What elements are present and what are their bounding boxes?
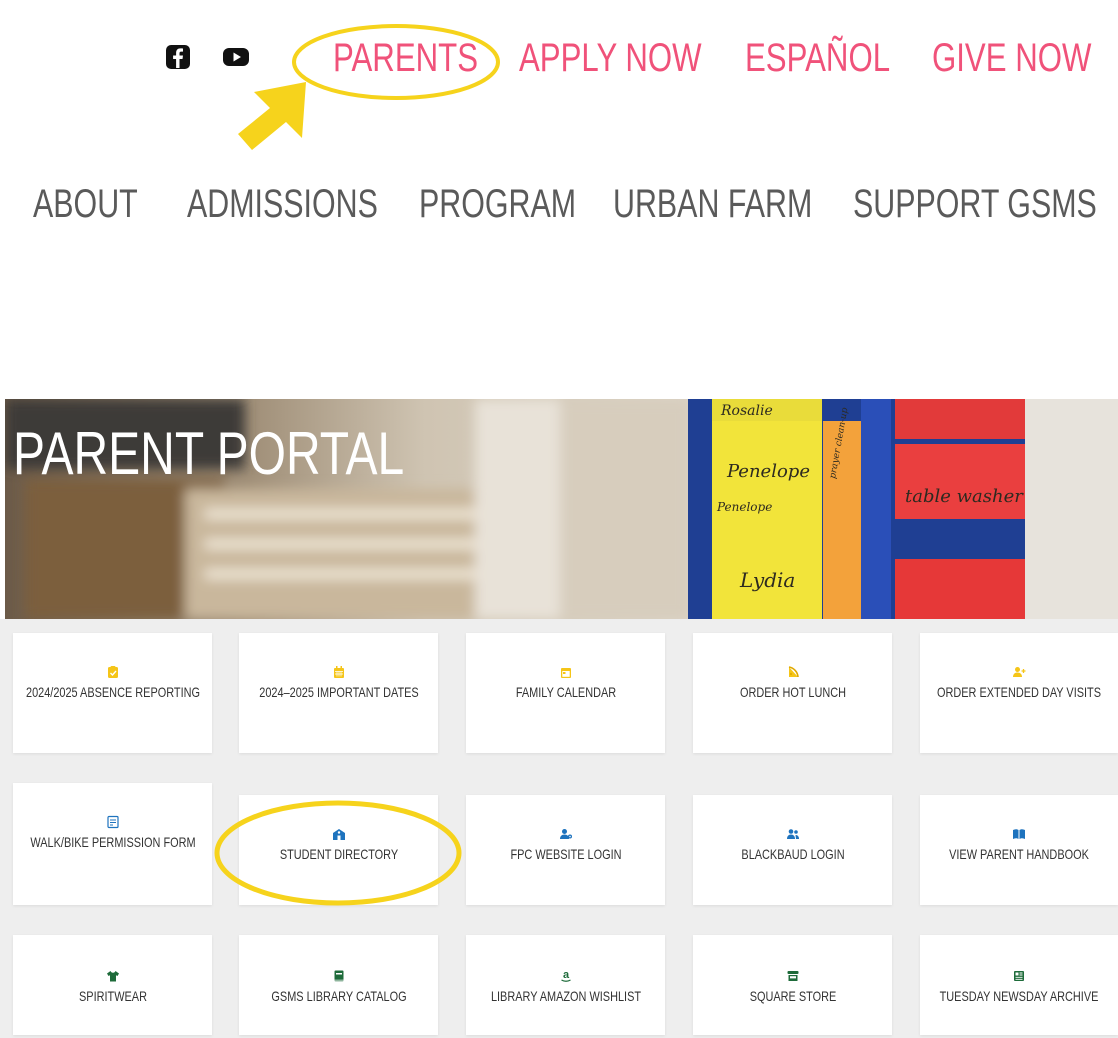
board-name-rosalie: Rosalie [720,403,773,419]
nav-urban-farm[interactable]: URBAN FARM [613,182,812,226]
tile-label: ORDER EXTENDED DAY VISITS [936,684,1102,700]
tile-label: ORDER HOT LUNCH [739,684,846,700]
give-now-link[interactable]: GIVE NOW [932,36,1091,80]
newspaper-icon [1014,971,1024,981]
user-cog-icon [559,829,572,839]
tile-label: WALK/BIKE PERMISSION FORM [29,834,196,850]
tile-walk-bike-form[interactable]: WALK/BIKE PERMISSION FORM [13,783,212,905]
page-title: PARENT PORTAL [13,420,405,487]
tile-amazon-wishlist[interactable]: a LIBRARY AMAZON WISHLIST [466,935,665,1035]
nav-admissions[interactable]: ADMISSIONS [187,182,378,226]
tile-blackbaud-login[interactable]: BLACKBAUD LOGIN [693,795,892,905]
nav-about[interactable]: ABOUT [33,182,138,226]
tile-important-dates[interactable]: 2024–2025 IMPORTANT DATES [239,633,438,753]
form-icon [106,815,119,829]
amazon-icon: a [560,969,571,982]
school-icon [332,829,345,840]
parents-link[interactable]: PARENTS [333,36,478,80]
tile-library-catalog[interactable]: GSMS LIBRARY CATALOG [239,935,438,1035]
pizza-icon [788,666,799,678]
store-icon [787,971,798,981]
youtube-icon[interactable] [221,42,251,72]
tile-absence-reporting[interactable]: 2024/2025 ABSENCE REPORTING [13,633,212,753]
tile-label: STUDENT DIRECTORY [279,846,398,862]
tile-student-directory[interactable]: STUDENT DIRECTORY [239,795,438,905]
tile-label: FPC WEBSITE LOGIN [509,846,622,862]
tile-label: 2024/2025 ABSENCE REPORTING [25,684,200,700]
board-name-table-washer: table washer [905,486,1024,507]
nav-program[interactable]: PROGRAM [419,182,576,226]
tile-label: SQUARE STORE [749,988,836,1004]
svg-text:a: a [562,969,569,981]
board-name-penelope-small: Penelope [716,500,772,514]
tile-label: SPIRITWEAR [78,988,147,1004]
book-open-icon [1013,829,1025,839]
tile-hot-lunch[interactable]: ORDER HOT LUNCH [693,633,892,753]
tile-label: LIBRARY AMAZON WISHLIST [490,988,641,1004]
book-icon [334,970,343,982]
tile-spiritwear[interactable]: SPIRITWEAR [13,935,212,1035]
utility-nav: PARENTS APPLY NOW ESPAÑOL GIVE NOW [0,20,1118,100]
tile-family-calendar[interactable]: FAMILY CALENDAR [466,633,665,753]
tile-square-store[interactable]: SQUARE STORE [693,935,892,1035]
espanol-link[interactable]: ESPAÑOL [745,36,890,80]
users-icon [786,829,799,839]
hero-banner: Rosalie Penelope Penelope Lydia table wa… [5,399,1118,619]
tile-label: 2024–2025 IMPORTANT DATES [258,684,419,700]
user-plus-icon [1013,667,1026,677]
calendar-day-icon [560,668,571,678]
tile-label: BLACKBAUD LOGIN [740,846,845,862]
tile-fpc-login[interactable]: FPC WEBSITE LOGIN [466,795,665,905]
tile-label: FAMILY CALENDAR [515,684,616,700]
tile-parent-handbook[interactable]: VIEW PARENT HANDBOOK [920,795,1118,905]
apply-now-link[interactable]: APPLY NOW [519,36,702,80]
calendar-icon [333,666,344,678]
tile-extended-day[interactable]: ORDER EXTENDED DAY VISITS [920,633,1118,753]
nav-support-gsms[interactable]: SUPPORT GSMS [853,182,1097,226]
tile-label: VIEW PARENT HANDBOOK [949,846,1089,862]
tile-label: GSMS LIBRARY CATALOG [270,988,407,1004]
tshirt-icon [106,971,119,982]
facebook-icon[interactable] [163,42,193,72]
clipboard-check-icon [107,666,118,678]
board-name-penelope: Penelope [726,461,810,482]
tile-newsday-archive[interactable]: TUESDAY NEWSDAY ARCHIVE [920,935,1118,1035]
board-name-lydia: Lydia [739,568,795,592]
tile-label: TUESDAY NEWSDAY ARCHIVE [939,988,1099,1004]
